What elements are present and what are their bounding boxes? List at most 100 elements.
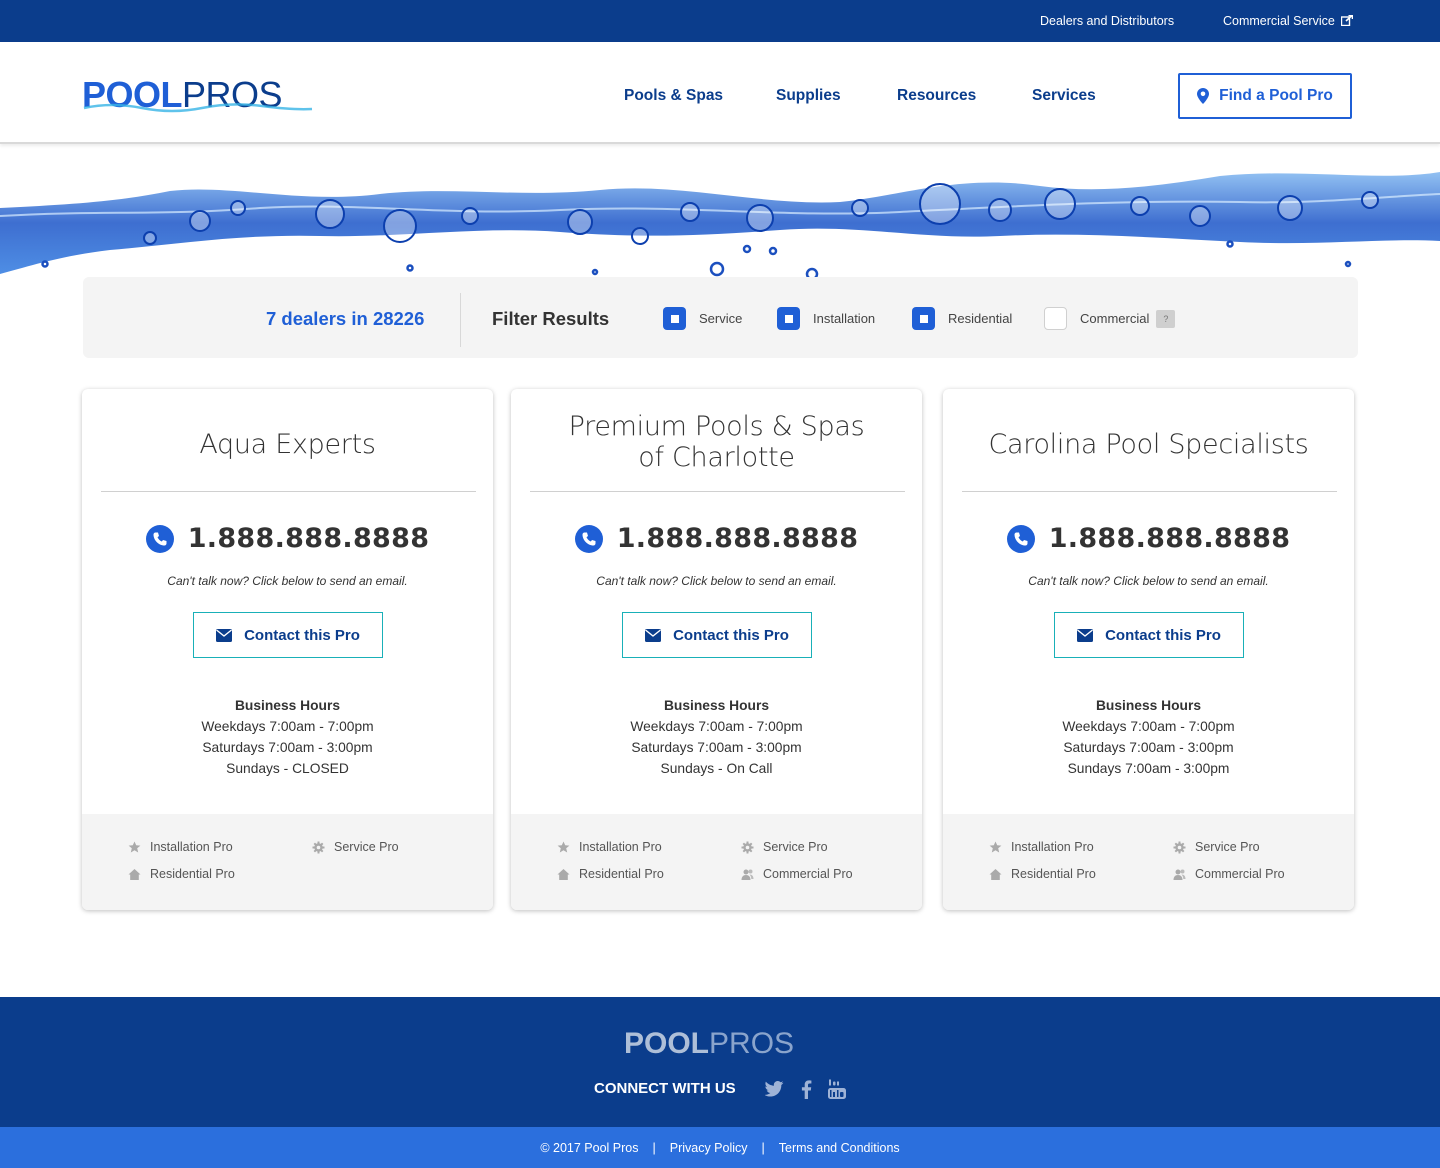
business-hours-title: Business Hours: [663, 698, 770, 713]
facebook-icon[interactable]: [796, 1079, 816, 1099]
dealer-name-line1: Carolina Pool Specialists: [988, 429, 1309, 460]
hours-saturdays: Saturdays 7:00am - 3:00pm: [1063, 740, 1234, 755]
pool-pros-logo[interactable]: POOLPROS: [82, 77, 313, 113]
card-divider: [530, 491, 905, 492]
commercial-service-link[interactable]: Commercial Service: [1223, 14, 1353, 28]
phone-number: 1.888.888.8888: [1048, 523, 1291, 554]
dealer-name: Carolina Pool Specialists: [943, 429, 1354, 460]
hours-sundays: Sundays 7:00am - 3:00pm: [1067, 761, 1230, 776]
tag-residential: Residential Pro: [557, 867, 664, 881]
find-pool-pro-label: Find a Pool Pro: [1219, 87, 1333, 104]
filter-service[interactable]: Service: [663, 307, 742, 330]
footer-logo-pros: PROS: [709, 1027, 795, 1060]
site-footer: POOLPROS CONNECT WITH US: [0, 997, 1440, 1127]
nav-supplies[interactable]: Supplies: [776, 87, 841, 105]
business-hours: Business Hours Weekdays 7:00am - 7:00pm …: [82, 695, 493, 779]
map-pin-icon: [1197, 88, 1210, 104]
tag-residential: Residential Pro: [128, 867, 235, 881]
water-splash-banner: [0, 172, 1440, 281]
external-link-icon: [1340, 15, 1353, 26]
installation-checkbox[interactable]: [777, 307, 800, 330]
card-services-footer: Installation Pro Service Pro Residential…: [511, 814, 922, 910]
filter-service-label: Service: [699, 311, 743, 326]
phone-number: 1.888.888.8888: [616, 523, 859, 554]
phone-number: 1.888.888.8888: [187, 523, 430, 554]
privacy-policy-link[interactable]: Privacy Policy: [670, 1141, 748, 1155]
filter-installation[interactable]: Installation: [777, 307, 875, 330]
tag-label: Service Pro: [334, 840, 399, 854]
home-icon: [989, 868, 1002, 880]
business-hours-title: Business Hours: [1095, 698, 1202, 713]
users-icon: [741, 869, 754, 880]
dealers-distributors-link[interactable]: Dealers and Distributors: [1040, 14, 1174, 28]
tag-label: Commercial Pro: [1195, 867, 1285, 881]
tag-service: Service Pro: [741, 840, 828, 854]
footer-logo[interactable]: POOLPROS: [624, 1027, 794, 1061]
nav-resources[interactable]: Resources: [897, 87, 976, 105]
hours-sundays: Sundays - CLOSED: [226, 761, 349, 776]
help-icon[interactable]: ?: [1156, 309, 1176, 328]
cant-talk-note: Can't talk now? Click below to send an e…: [167, 574, 408, 588]
business-hours: Business Hours Weekdays 7:00am - 7:00pm …: [511, 695, 922, 779]
card-services-footer: Installation Pro Service Pro Residential…: [82, 814, 493, 910]
filter-divider: [460, 293, 461, 347]
residential-checkbox[interactable]: [912, 307, 935, 330]
filter-residential-label: Residential: [948, 311, 1013, 326]
gear-icon: [1173, 841, 1186, 853]
users-icon: [1173, 869, 1186, 880]
nav-pools-spas[interactable]: Pools & Spas: [624, 87, 723, 105]
hours-sundays: Sundays - On Call: [660, 761, 773, 776]
copyright-text: © 2017 Pool Pros: [540, 1140, 639, 1155]
home-icon: [128, 868, 141, 880]
filter-residential[interactable]: Residential: [912, 307, 1012, 330]
tag-label: Residential Pro: [150, 867, 235, 881]
tag-installation: Installation Pro: [557, 840, 662, 854]
contact-pro-button[interactable]: Contact this Pro: [1054, 612, 1244, 658]
card-services-footer: Installation Pro Service Pro Residential…: [943, 814, 1354, 910]
find-pool-pro-button[interactable]: Find a Pool Pro: [1178, 73, 1352, 119]
footer-logo-pool: POOL: [624, 1027, 710, 1060]
contact-pro-button[interactable]: Contact this Pro: [622, 612, 812, 658]
phone-icon: [1006, 524, 1035, 553]
commercial-checkbox[interactable]: [1044, 307, 1067, 330]
filter-results-title: Filter Results: [492, 308, 610, 329]
tag-commercial: Commercial Pro: [741, 867, 853, 881]
dealer-phone[interactable]: 1.888.888.8888: [511, 523, 922, 554]
dealer-card: Carolina Pool Specialists 1.888.888.8888…: [943, 389, 1354, 910]
youtube-icon[interactable]: [827, 1079, 847, 1099]
tag-label: Service Pro: [763, 840, 828, 854]
service-checkbox[interactable]: [663, 307, 686, 330]
contact-pro-button[interactable]: Contact this Pro: [193, 612, 383, 658]
business-hours-title: Business Hours: [234, 698, 341, 713]
gear-icon: [741, 841, 754, 853]
envelope-icon: [1077, 628, 1094, 642]
tag-label: Installation Pro: [150, 840, 233, 854]
filter-installation-label: Installation: [813, 311, 876, 326]
tag-commercial: Commercial Pro: [1173, 867, 1285, 881]
filter-commercial-label: Commercial: [1080, 311, 1150, 326]
envelope-icon: [645, 628, 662, 642]
nav-services[interactable]: Services: [1032, 87, 1096, 105]
hours-weekdays: Weekdays 7:00am - 7:00pm: [1062, 719, 1235, 734]
filter-commercial[interactable]: Commercial ?: [1044, 307, 1176, 330]
dealer-card: Aqua Experts 1.888.888.8888 Can't talk n…: [82, 389, 493, 910]
cant-talk-note: Can't talk now? Click below to send an e…: [596, 574, 837, 588]
dealer-phone[interactable]: 1.888.888.8888: [82, 523, 493, 554]
tag-installation: Installation Pro: [989, 840, 1094, 854]
tag-residential: Residential Pro: [989, 867, 1096, 881]
bottom-legal-bar: © 2017 Pool Pros | Privacy Policy | Term…: [0, 1127, 1440, 1168]
dealer-name-line2: of Charlotte: [638, 442, 795, 473]
terms-conditions-link[interactable]: Terms and Conditions: [779, 1141, 900, 1155]
tag-label: Commercial Pro: [763, 867, 853, 881]
dealer-phone[interactable]: 1.888.888.8888: [943, 523, 1354, 554]
contact-pro-label: Contact this Pro: [673, 626, 789, 644]
gear-icon: [312, 841, 325, 853]
star-icon: [989, 841, 1002, 852]
tag-label: Residential Pro: [1011, 867, 1096, 881]
twitter-icon[interactable]: [764, 1079, 784, 1099]
contact-pro-label: Contact this Pro: [244, 626, 360, 644]
tag-label: Installation Pro: [1011, 840, 1094, 854]
site-header: POOLPROS Pools & Spas Supplies Resources…: [0, 42, 1440, 144]
card-divider: [962, 491, 1337, 492]
envelope-icon: [216, 628, 233, 642]
